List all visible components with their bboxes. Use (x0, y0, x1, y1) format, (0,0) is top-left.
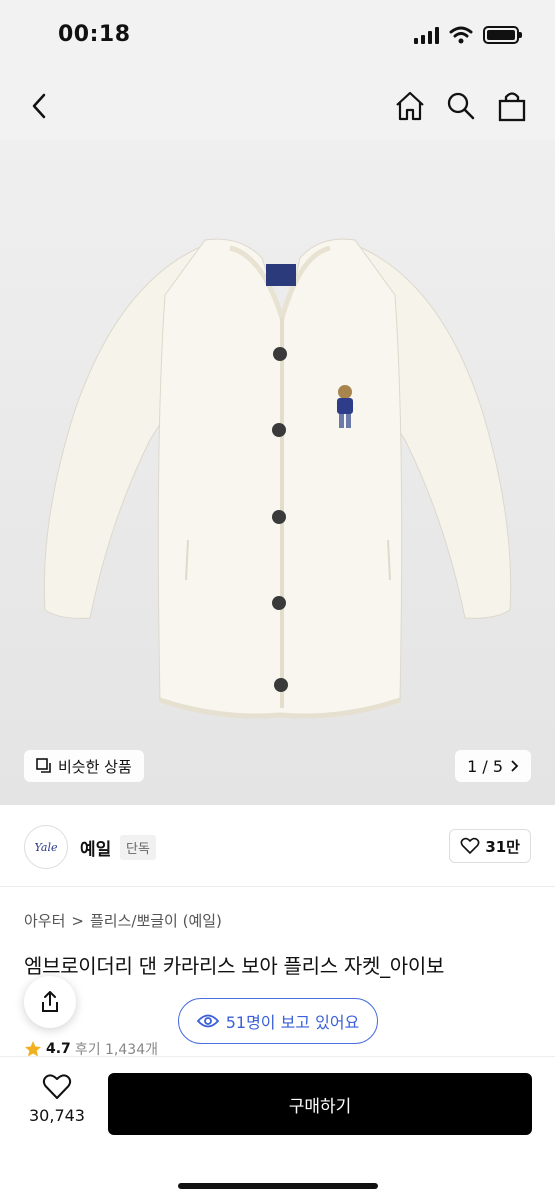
viewers-label: 51명이 보고 있어요 (225, 1013, 360, 1032)
status-time: 00:18 (58, 22, 131, 47)
wishlist-count: 30,743 (29, 1106, 85, 1125)
signal-icon (414, 26, 439, 44)
breadcrumb-subcategory[interactable]: 플리스/뽀글이 (예일) (90, 910, 222, 931)
gallery-page-indicator[interactable]: 1 / 5 (455, 750, 531, 782)
battery-icon (483, 26, 522, 44)
page-indicator-text: 1 / 5 (467, 756, 503, 776)
shopping-bag-icon[interactable] (494, 88, 530, 124)
exclusive-badge: 단독 (120, 835, 156, 860)
brand-row: Yale 예일 단독 31만 (0, 805, 555, 887)
share-icon (42, 991, 58, 1012)
product-title: 엠브로이더리 댄 카라리스 보아 플리스 자켓_아이보 (24, 954, 445, 978)
breadcrumb-separator: > (71, 911, 84, 930)
chevron-right-icon (511, 760, 519, 772)
heart-icon (460, 837, 480, 855)
brand-name[interactable]: 예일 (80, 835, 111, 860)
viewers-count-pill[interactable]: 51명이 보고 있어요 (178, 998, 378, 1044)
back-icon[interactable] (22, 88, 58, 124)
status-bar: 00:18 (0, 0, 555, 72)
product-image[interactable] (0, 140, 555, 805)
wishlist-button[interactable]: 30,743 (24, 1073, 90, 1125)
eye-icon (196, 1014, 219, 1028)
wifi-icon (449, 26, 473, 44)
buy-button[interactable]: 구매하기 (108, 1073, 532, 1135)
fleece-jacket-image (43, 238, 512, 719)
home-icon[interactable] (392, 88, 428, 124)
home-indicator (178, 1183, 378, 1189)
rating-score: 4.7 (46, 1041, 71, 1057)
nav-bar (0, 72, 555, 140)
search-icon[interactable] (443, 88, 479, 124)
heart-icon (42, 1074, 72, 1099)
brand-like-count: 31만 (485, 837, 520, 856)
similar-products-label: 비슷한 상품 (58, 757, 132, 776)
breadcrumb: 아우터 > 플리스/뽀글이 (예일) (24, 910, 222, 931)
copy-icon (36, 758, 51, 773)
similar-products-button[interactable]: 비슷한 상품 (24, 750, 144, 782)
breadcrumb-category[interactable]: 아우터 (24, 910, 65, 931)
brand-logo[interactable]: Yale (24, 825, 68, 869)
bottom-action-bar: 30,743 구매하기 (0, 1056, 555, 1200)
share-button[interactable] (24, 976, 76, 1028)
brand-like-button[interactable]: 31만 (449, 829, 531, 863)
status-icons (414, 26, 522, 44)
